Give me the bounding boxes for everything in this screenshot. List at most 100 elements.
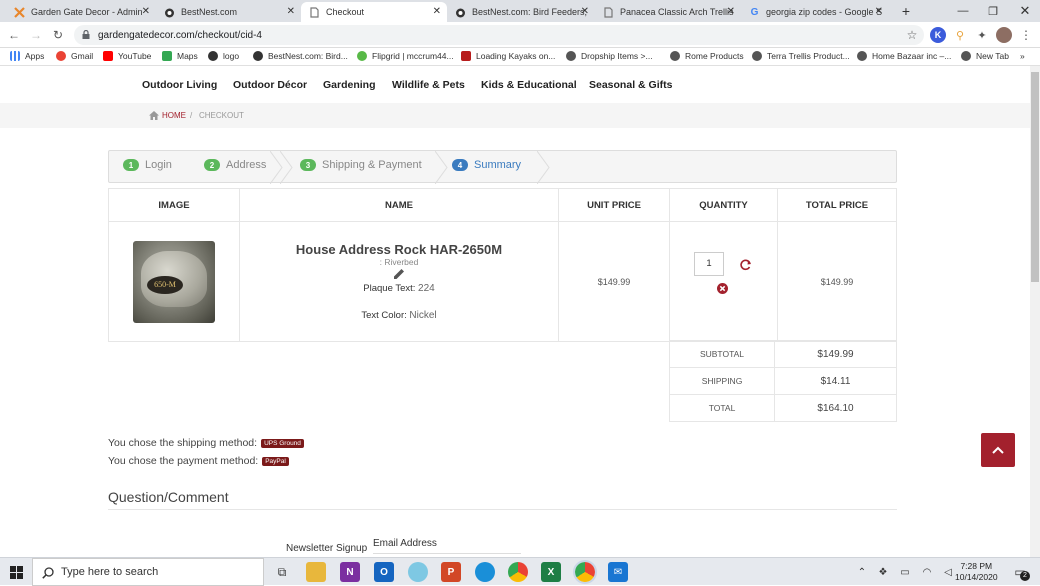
windows-start-icon[interactable]	[6, 562, 26, 582]
bookmarks-overflow-button[interactable]: »	[1020, 51, 1025, 61]
taskbar-clock[interactable]: 7:28 PM 10/14/2020	[955, 561, 998, 583]
onenote-icon[interactable]: N	[340, 562, 360, 582]
refresh-icon[interactable]	[740, 259, 752, 271]
search-icon	[42, 567, 54, 579]
column-header-total-price: TOTAL PRICE	[777, 188, 897, 222]
bookmark-rome[interactable]: Rome Products	[670, 51, 744, 61]
reload-icon[interactable]: ↻	[50, 27, 66, 43]
bookmark-flipgrid[interactable]: Flipgrid | mccrum44...	[357, 51, 454, 61]
bookmark-logo[interactable]: logo	[208, 51, 239, 61]
forward-arrow-icon[interactable]: →	[28, 27, 44, 43]
chrome-icon[interactable]	[508, 562, 528, 582]
app-icon[interactable]	[408, 562, 428, 582]
browser-menu-icon[interactable]: ⋮	[1018, 27, 1034, 43]
bestnest-icon	[208, 51, 218, 61]
profile-avatar[interactable]	[996, 27, 1012, 43]
excel-icon[interactable]: X	[541, 562, 561, 582]
bookmark-dropship[interactable]: Dropship Items >...	[566, 51, 653, 61]
tab-google-search[interactable]: G georgia zip codes - Google S ✕	[741, 2, 889, 22]
nav-gardening[interactable]: Gardening	[323, 79, 376, 91]
quantity-input[interactable]: 1	[694, 251, 724, 276]
new-tab-button[interactable]: +	[891, 0, 921, 22]
restore-button[interactable]: ❐	[978, 0, 1008, 22]
tab-checkout[interactable]: Checkout ✕	[301, 2, 447, 22]
nav-outdoor-living[interactable]: Outdoor Living	[142, 79, 217, 91]
bookmark-gmail[interactable]: Gmail	[56, 51, 93, 61]
show-hidden-icons-chevron-up-icon[interactable]: ⌃	[852, 562, 872, 582]
step-number: 3	[300, 159, 316, 171]
bookmark-star-icon[interactable]: ☆	[904, 27, 920, 43]
tab-bestnest-bird-feeders[interactable]: BestNest.com: Bird Feeders, ✕	[447, 2, 595, 22]
nav-kids-educational[interactable]: Kids & Educational	[481, 79, 577, 91]
back-arrow-icon[interactable]: ←	[6, 27, 22, 43]
battery-icon[interactable]: ▭	[895, 562, 915, 582]
close-tab-icon[interactable]: ✕	[727, 6, 735, 17]
nav-seasonal-gifts[interactable]: Seasonal & Gifts	[589, 79, 672, 91]
extension-key-icon[interactable]: ⚲	[952, 27, 968, 43]
chrome-active-icon[interactable]	[573, 560, 597, 584]
mail-icon[interactable]: ✉	[608, 562, 628, 582]
tab-bestnest[interactable]: BestNest.com ✕	[156, 2, 301, 22]
cart-header-row: IMAGE NAME UNIT PRICE QUANTITY TOTAL PRI…	[108, 188, 897, 222]
order-totals: SUBTOTAL $149.99 SHIPPING $14.11 TOTAL $164…	[669, 340, 897, 422]
close-tab-icon[interactable]: ✕	[875, 6, 883, 17]
shipping-value: $14.11	[774, 367, 897, 395]
edit-pencil-icon[interactable]	[240, 268, 558, 282]
bookmark-home-bazaar[interactable]: Home Bazaar inc –...	[857, 51, 951, 61]
breadcrumb-home[interactable]: HOME	[149, 111, 186, 120]
tab-panacea-trellis[interactable]: Panacea Classic Arch Trellis ✕	[595, 2, 741, 22]
step-login[interactable]: 1 Login	[123, 159, 172, 171]
tab-title: Panacea Classic Arch Trellis	[620, 7, 734, 17]
extension-k-icon[interactable]: K	[930, 27, 946, 43]
step-shipping-payment[interactable]: 3 Shipping & Payment	[300, 159, 422, 171]
close-tab-icon[interactable]: ✕	[287, 6, 295, 17]
bookmark-youtube[interactable]: YouTube	[103, 51, 151, 61]
globe-icon	[566, 51, 576, 61]
file-explorer-icon[interactable]	[306, 562, 326, 582]
cell-total-price: $149.99	[777, 221, 897, 342]
outlook-icon[interactable]: O	[374, 562, 394, 582]
tab-title: BestNest.com	[181, 7, 238, 17]
scrollbar-thumb[interactable]	[1031, 72, 1039, 282]
close-tab-icon[interactable]: ✕	[433, 6, 441, 17]
edge-icon[interactable]	[475, 562, 495, 582]
nav-outdoor-decor[interactable]: Outdoor Décor	[233, 79, 307, 91]
back-to-top-button[interactable]	[981, 433, 1015, 467]
extensions-puzzle-icon[interactable]: ✦	[974, 27, 990, 43]
close-tab-icon[interactable]: ✕	[581, 6, 589, 17]
url-text: gardengatedecor.com/checkout/cid-4	[98, 29, 262, 41]
bookmark-terra-trellis[interactable]: Terra Trellis Product...	[752, 51, 850, 61]
product-image[interactable]: 650-M	[133, 240, 215, 323]
bookmark-kayaks[interactable]: Loading Kayaks on...	[461, 51, 555, 61]
taskbar-search-box[interactable]: Type here to search	[32, 558, 264, 586]
close-window-button[interactable]: ✕	[1010, 0, 1040, 22]
tab-garden-gate-admin[interactable]: Garden Gate Decor - Admin ✕	[6, 2, 156, 22]
cell-name: House Address Rock HAR-2650M : Riverbed …	[239, 221, 559, 342]
bookmark-bestnest[interactable]: BestNest.com: Bird...	[253, 51, 348, 61]
globe-icon	[961, 51, 971, 61]
bookmark-apps[interactable]: Apps	[10, 51, 44, 61]
product-name[interactable]: House Address Rock HAR-2650M	[240, 242, 558, 257]
page-scrollbar[interactable]	[1030, 66, 1040, 557]
step-address[interactable]: 2 Address	[204, 159, 266, 171]
step-summary[interactable]: 4 Summary	[452, 159, 521, 171]
lock-icon	[82, 30, 90, 39]
total-value: $164.10	[774, 394, 897, 422]
google-favicon-icon: G	[750, 6, 759, 18]
wifi-icon[interactable]: ◠	[917, 562, 937, 582]
windows-taskbar: Type here to search ⧉ N O P X ✉ ⌃ ❖ ▭ ◠ …	[0, 557, 1040, 586]
notifications-icon[interactable]: ▭ 2	[1010, 562, 1030, 582]
close-tab-icon[interactable]: ✕	[142, 6, 150, 17]
nav-wildlife-pets[interactable]: Wildlife & Pets	[392, 79, 465, 91]
task-view-icon[interactable]: ⧉	[272, 562, 292, 582]
minimize-button[interactable]: —	[948, 0, 978, 22]
bookmark-maps[interactable]: Maps	[162, 51, 198, 61]
bookmark-new-tab[interactable]: New Tab	[961, 51, 1009, 61]
bestnest-favicon-icon	[455, 7, 466, 18]
youtube-icon	[103, 51, 113, 61]
page-favicon-icon	[603, 6, 614, 18]
dropbox-icon[interactable]: ❖	[873, 562, 893, 582]
address-bar[interactable]: gardengatedecor.com/checkout/cid-4	[74, 25, 924, 45]
powerpoint-icon[interactable]: P	[441, 562, 461, 582]
remove-item-icon[interactable]	[717, 282, 728, 294]
